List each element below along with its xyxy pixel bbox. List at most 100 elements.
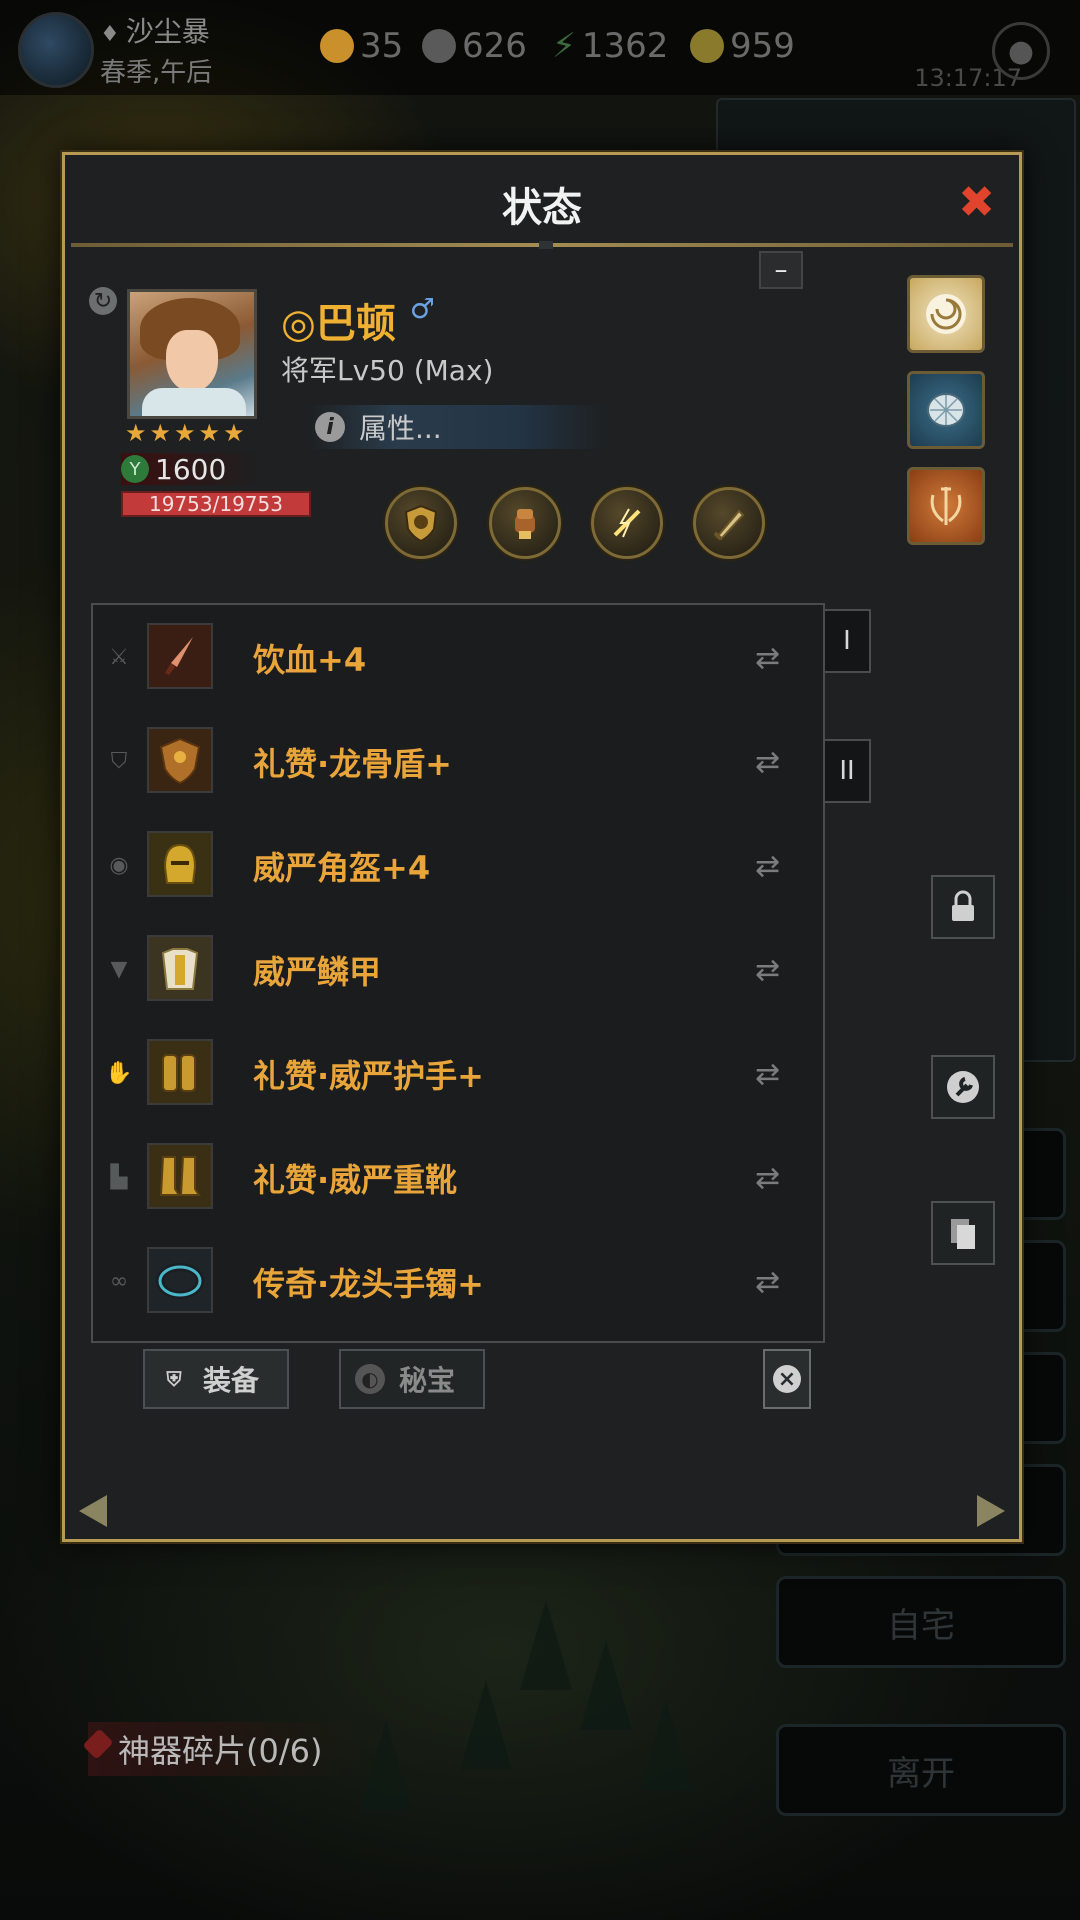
armor-slot-icon: ▼ [110, 956, 128, 982]
info-icon: i [315, 412, 345, 442]
treasure-tab-icon: ◐ [355, 1364, 385, 1394]
weather-icon[interactable] [18, 12, 94, 88]
next-hero-arrow[interactable] [977, 1495, 1005, 1527]
refresh-icon[interactable]: ↻ [89, 287, 117, 315]
equipment-row[interactable]: ⚔ 饮血+4 ⇄ [93, 605, 823, 709]
enhance-button[interactable] [931, 1055, 995, 1119]
close-button[interactable]: ✖ [958, 181, 995, 225]
star-icon: ★ [174, 419, 196, 447]
fist-icon [515, 509, 535, 539]
hero-power: Y 1600 [121, 453, 261, 486]
equipment-name: 威严角盔+4 [253, 849, 431, 887]
swap-icon[interactable]: ⇄ [755, 745, 780, 780]
top-bar: ♦ 沙尘暴 春季,午后 35 626 ⚡ 1362 959 13:17:17 ● [0, 0, 1080, 95]
swap-icon[interactable]: ⇄ [755, 849, 780, 884]
boot-slot-icon: ▙ [110, 1164, 128, 1190]
prev-hero-arrow[interactable] [79, 1495, 107, 1527]
star-icon: ★ [149, 419, 172, 447]
title-divider [71, 241, 1013, 249]
loadout-tab-2[interactable]: II [823, 739, 871, 803]
hero-rank: 将军Lv50 (Max) [281, 354, 494, 387]
equipment-name: 礼赞·龙骨盾+ [253, 745, 452, 783]
equipment-name: 传奇·龙头手镯+ [253, 1265, 484, 1303]
star-icon: ★ [198, 419, 221, 447]
helmet-slot-icon: ◉ [109, 852, 129, 878]
boots-icon [147, 1143, 213, 1209]
stone-icon [422, 29, 456, 63]
skill-lion-shield[interactable] [385, 487, 457, 559]
artifact-fragments[interactable]: 神器碎片(0/6) [82, 1722, 363, 1776]
lock-button[interactable] [931, 875, 995, 939]
weather-label: ♦ 沙尘暴 [100, 15, 210, 48]
profile-button[interactable]: ● [992, 22, 1050, 80]
equipment-row[interactable]: ▙ 礼赞·威严重靴 ⇄ [93, 1125, 823, 1229]
wind-icon: ♦ [100, 22, 120, 47]
medal-counter: 959 [690, 26, 795, 66]
gold-coin-counter: 35 [320, 26, 403, 66]
swap-icon[interactable]: ⇄ [755, 1161, 780, 1196]
equipment-row[interactable]: ⛉ 礼赞·龙骨盾+ ⇄ [93, 709, 823, 813]
hero-name-row: ◎巴顿 ♂ [281, 291, 435, 349]
energy-icon: ⚡ [552, 26, 576, 66]
tree-decoration [460, 1680, 512, 1770]
attributes-button[interactable]: i 属性... [307, 405, 607, 449]
season-label: 春季,午后 [100, 58, 213, 88]
close-icon: ✖ [958, 177, 995, 228]
accessory-slot-icon: ∞ [109, 1268, 129, 1294]
hero-portrait[interactable] [127, 289, 257, 419]
collapse-button[interactable]: – [759, 251, 803, 289]
artifact-gem-icon [82, 1728, 114, 1760]
equipment-name: 饮血+4 [253, 641, 367, 679]
skill-lightning-slash[interactable] [591, 487, 663, 559]
dragon-shield-icon [147, 727, 213, 793]
equipment-name: 礼赞·威严重靴 [253, 1161, 458, 1199]
energy-counter: ⚡ 1362 [552, 26, 669, 66]
dagger-icon [147, 623, 213, 689]
power-icon: Y [121, 455, 149, 483]
hero-name: ◎巴顿 [281, 301, 396, 347]
equipment-name: 礼赞·威严护手+ [253, 1057, 484, 1095]
skill-blade[interactable] [693, 487, 765, 559]
tree-decoration [360, 1720, 412, 1810]
lion-shield-icon [404, 504, 438, 543]
turtle-shell-button[interactable] [907, 371, 985, 449]
skill-fist[interactable] [489, 487, 561, 559]
equipment-row[interactable]: ▼ 威严鳞甲 ⇄ [93, 917, 823, 1021]
equipment-name: 威严鳞甲 [253, 953, 382, 991]
spiral-emblem-icon [926, 294, 966, 334]
hp-bar: 19753/19753 [121, 491, 311, 517]
status-dialog: 状态 ✖ ↻ ★ ★ ★ ★ ★ Y 1600 19753/19753 ◎巴顿 … [62, 152, 1022, 1542]
leave-button[interactable]: 离开 [776, 1724, 1066, 1816]
clear-button[interactable]: × [763, 1349, 811, 1409]
sword-slot-icon: ⚔ [109, 644, 129, 670]
gauntlet-icon [147, 1039, 213, 1105]
swap-icon[interactable]: ⇄ [755, 1057, 780, 1092]
equipment-row[interactable]: ✋ 礼赞·威严护手+ ⇄ [93, 1021, 823, 1125]
equipment-list: ⚔ 饮血+4 ⇄ ⛉ 礼赞·龙骨盾+ ⇄ ◉ 威严角盔+4 ⇄ ▼ 威严鳞甲 ⇄… [91, 603, 825, 1343]
tree-decoration [640, 1700, 692, 1790]
blade-icon [713, 509, 745, 541]
tab-treasure[interactable]: ◐ 秘宝 [339, 1349, 485, 1409]
home-button[interactable]: 自宅 [776, 1576, 1066, 1668]
star-icon: ★ [125, 419, 147, 447]
medal-icon [690, 29, 724, 63]
loadout-tab-1[interactable]: I [823, 609, 871, 673]
stone-counter: 626 [422, 26, 527, 66]
shield-slot-icon: ⛉ [110, 748, 128, 774]
bracelet-icon [147, 1247, 213, 1313]
turtle-shell-icon [927, 393, 965, 427]
swap-icon[interactable]: ⇄ [755, 641, 780, 676]
laurel-spear-button[interactable] [907, 467, 985, 545]
equipment-row[interactable]: ◉ 威严角盔+4 ⇄ [93, 813, 823, 917]
male-icon: ♂ [409, 291, 436, 325]
equipment-row[interactable]: ∞ 传奇·龙头手镯+ ⇄ [93, 1229, 823, 1333]
copy-button[interactable] [931, 1201, 995, 1265]
tab-equipment[interactable]: ⛨ 装备 [143, 1349, 289, 1409]
tree-decoration [520, 1600, 572, 1690]
spiral-emblem-button[interactable] [907, 275, 985, 353]
tree-decoration [580, 1640, 632, 1730]
swap-icon[interactable]: ⇄ [755, 1265, 780, 1300]
swap-icon[interactable]: ⇄ [755, 953, 780, 988]
lightning-slash-icon [613, 508, 641, 538]
hero-stars: ★ ★ ★ ★ ★ [125, 421, 245, 445]
